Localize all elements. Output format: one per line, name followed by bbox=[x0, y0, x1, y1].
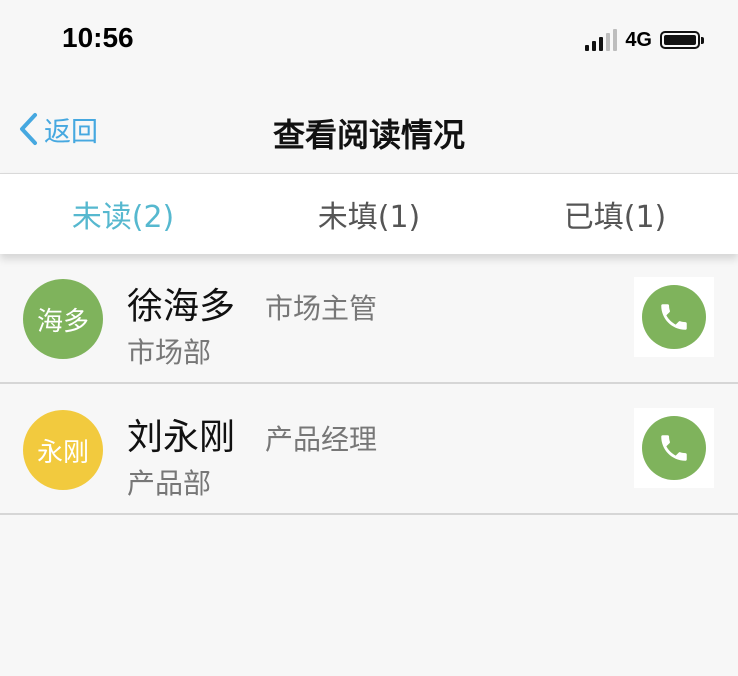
tab-unfilled[interactable]: 未填(1) bbox=[246, 174, 492, 254]
call-button[interactable] bbox=[634, 408, 714, 488]
phone-icon bbox=[642, 285, 706, 349]
tab-unread[interactable]: 未读(2) bbox=[0, 174, 246, 254]
contact-position: 产品经理 bbox=[265, 423, 378, 456]
battery-icon bbox=[660, 31, 704, 49]
contact-name: 刘永刚 bbox=[127, 417, 236, 458]
tab-filled[interactable]: 已填(1) bbox=[492, 174, 738, 254]
status-time: 10:56 bbox=[62, 22, 134, 53]
avatar: 永刚 bbox=[23, 410, 103, 490]
list-item[interactable]: 永刚 刘永刚 产品经理 产品部 bbox=[0, 384, 738, 515]
contact-department: 市场部 bbox=[127, 336, 212, 369]
contact-department: 产品部 bbox=[127, 467, 212, 500]
avatar: 海多 bbox=[23, 279, 103, 359]
phone-icon bbox=[642, 416, 706, 480]
contact-name: 徐海多 bbox=[127, 286, 236, 327]
contact-position: 市场主管 bbox=[265, 292, 378, 325]
list-item[interactable]: 海多 徐海多 市场主管 市场部 bbox=[0, 253, 738, 384]
network-type: 4G bbox=[625, 28, 652, 51]
tab-bar: 未读(2) 未填(1) 已填(1) bbox=[0, 173, 738, 254]
status-bar: 10:56 4G bbox=[0, 0, 738, 80]
contact-list: 海多 徐海多 市场主管 市场部 永刚 刘永刚 产品经理 产品部 bbox=[0, 253, 738, 515]
signal-icon bbox=[585, 29, 618, 51]
status-indicators: 4G bbox=[585, 27, 704, 53]
call-button[interactable] bbox=[634, 277, 714, 357]
page-title: 查看阅读情况 bbox=[272, 116, 465, 154]
navigation-bar: 返回 查看阅读情况 bbox=[0, 80, 738, 173]
